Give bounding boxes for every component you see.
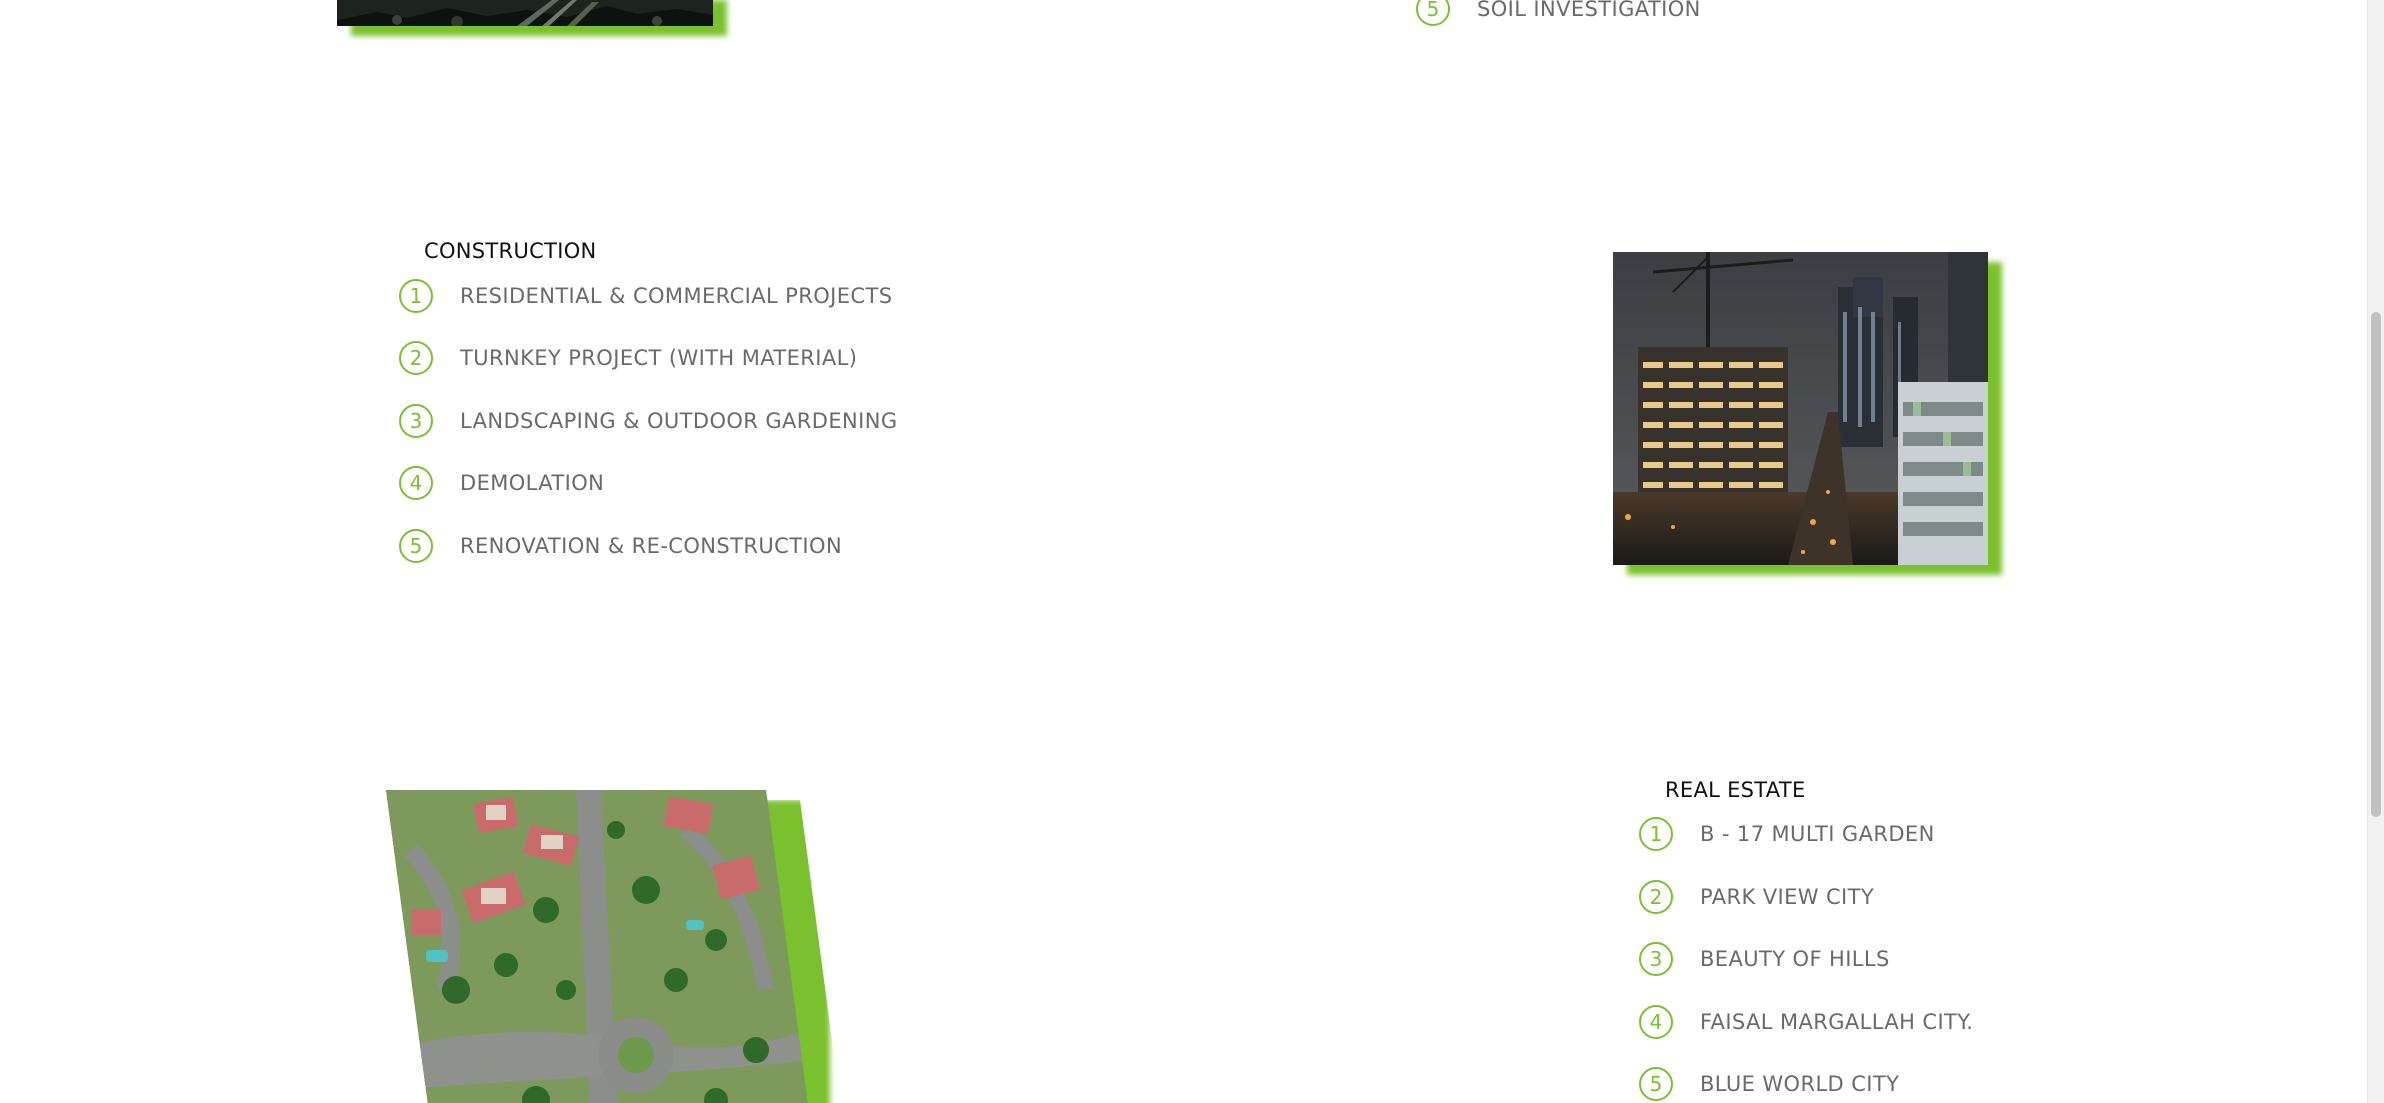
construction-item-1: 1 RESIDENTIAL & COMMERCIAL PROJECTS: [399, 279, 892, 313]
number-badge: 5: [1639, 1067, 1673, 1101]
list-item-label: LANDSCAPING & OUTDOOR GARDENING: [460, 409, 898, 433]
construction-title: CONSTRUCTION: [424, 239, 597, 263]
construction-item-4: 4 DEMOLATION: [399, 466, 604, 500]
top-section-image: [337, 0, 713, 26]
number-badge: 5: [1416, 0, 1450, 26]
list-item-label: BLUE WORLD CITY: [1700, 1072, 1900, 1096]
real-estate-image-wrap: [386, 790, 830, 1103]
construction-item-3: 3 LANDSCAPING & OUTDOOR GARDENING: [399, 404, 898, 438]
list-item-label: FAISAL MARGALLAH CITY.: [1700, 1010, 1974, 1034]
list-item-label: BEAUTY OF HILLS: [1700, 947, 1890, 971]
number-badge: 4: [1639, 1005, 1673, 1039]
real-estate-item-4: 4 FAISAL MARGALLAH CITY.: [1639, 1005, 1973, 1039]
list-item-label: DEMOLATION: [460, 471, 605, 495]
real-estate-item-3: 3 BEAUTY OF HILLS: [1639, 942, 1890, 976]
real-estate-image: [386, 790, 810, 1103]
vertical-scrollbar[interactable]: [2367, 0, 2384, 1103]
list-item-label: RESIDENTIAL & COMMERCIAL PROJECTS: [460, 284, 893, 308]
number-badge: 3: [1639, 942, 1673, 976]
construction-item-2: 2 TURNKEY PROJECT (WITH MATERIAL): [399, 341, 857, 375]
list-item-label: RENOVATION & RE-CONSTRUCTION: [460, 534, 843, 558]
real-estate-title: REAL ESTATE: [1665, 778, 1806, 802]
list-item-label: SOIL INVESTIGATION: [1477, 0, 1701, 21]
real-estate-item-5: 5 BLUE WORLD CITY: [1639, 1067, 1899, 1101]
number-badge: 2: [399, 341, 433, 375]
services-page: 5 SOIL INVESTIGATION CONSTRUCTION 1 RESI…: [0, 0, 2384, 1103]
number-badge: 3: [399, 404, 433, 438]
number-badge: 1: [399, 279, 433, 313]
number-badge: 5: [399, 529, 433, 563]
list-item-soil-investigation: 5 SOIL INVESTIGATION: [1416, 0, 1701, 26]
list-item-label: TURNKEY PROJECT (WITH MATERIAL): [460, 346, 858, 370]
construction-item-5: 5 RENOVATION & RE-CONSTRUCTION: [399, 529, 842, 563]
number-badge: 1: [1639, 817, 1673, 851]
real-estate-item-2: 2 PARK VIEW CITY: [1639, 880, 1874, 914]
real-estate-item-1: 1 B - 17 MULTI GARDEN: [1639, 817, 1935, 851]
number-badge: 4: [399, 466, 433, 500]
number-badge: 2: [1639, 880, 1673, 914]
construction-image: [1613, 252, 1988, 565]
list-item-label: B - 17 MULTI GARDEN: [1700, 822, 1935, 846]
list-item-label: PARK VIEW CITY: [1700, 885, 1875, 909]
scrollbar-thumb[interactable]: [2371, 312, 2381, 817]
